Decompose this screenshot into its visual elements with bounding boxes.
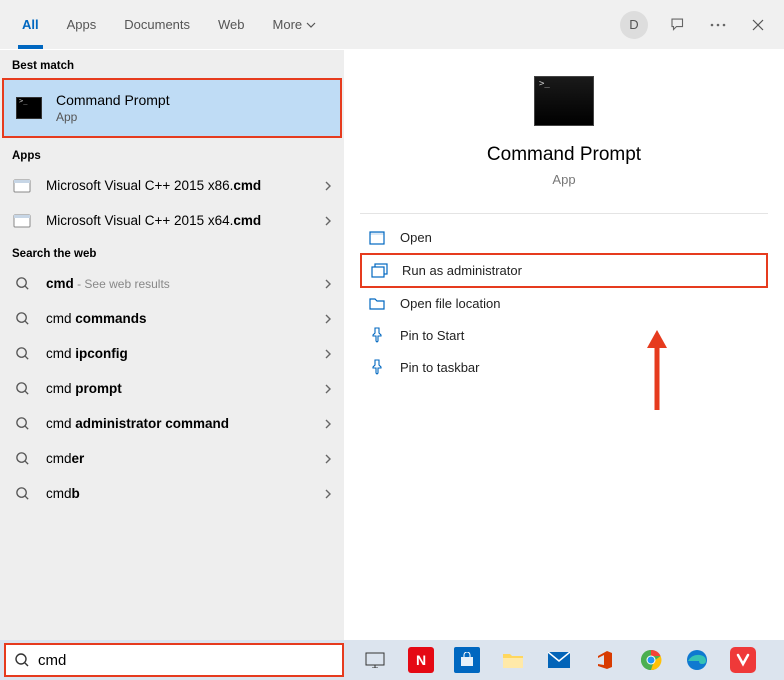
chevron-right-icon — [324, 383, 332, 395]
chevron-right-icon — [324, 418, 332, 430]
cmd-file-icon — [12, 214, 32, 228]
chevron-right-icon — [324, 453, 332, 465]
chevron-right-icon — [324, 278, 332, 290]
chevron-right-icon — [324, 488, 332, 500]
microsoft-store-icon[interactable] — [454, 647, 480, 673]
search-box[interactable] — [4, 643, 344, 677]
chrome-app-icon[interactable] — [638, 647, 664, 673]
app-result[interactable]: Microsoft Visual C++ 2015 x64.cmd — [0, 203, 344, 238]
avatar[interactable]: D — [620, 11, 648, 39]
chevron-right-icon — [324, 180, 332, 192]
chevron-right-icon — [324, 348, 332, 360]
web-result[interactable]: cmd prompt — [0, 371, 344, 406]
arrow-annotation — [645, 330, 669, 410]
best-match-header: Best match — [0, 50, 344, 78]
office-app-icon[interactable] — [592, 647, 618, 673]
file-explorer-icon[interactable] — [500, 647, 526, 673]
folder-icon — [368, 297, 386, 310]
search-web-header: Search the web — [0, 238, 344, 266]
vivaldi-app-icon[interactable] — [730, 647, 756, 673]
tab-apps[interactable]: Apps — [53, 0, 111, 49]
feedback-icon[interactable] — [668, 15, 688, 35]
pin-icon — [368, 359, 386, 375]
best-match-sub: App — [56, 110, 170, 124]
admin-icon — [370, 263, 388, 278]
command-prompt-icon — [16, 97, 42, 119]
tab-all[interactable]: All — [8, 0, 53, 49]
action-open-file-location[interactable]: Open file location — [360, 288, 768, 319]
apps-header: Apps — [0, 140, 344, 168]
tab-web[interactable]: Web — [204, 0, 259, 49]
action-run-as-admin[interactable]: Run as administrator — [360, 253, 768, 288]
mail-app-icon[interactable] — [546, 647, 572, 673]
results-panel: Best match Command Prompt App Apps Micro… — [0, 50, 344, 640]
web-result[interactable]: cmd administrator command — [0, 406, 344, 441]
task-view-icon[interactable] — [362, 647, 388, 673]
chevron-right-icon — [324, 215, 332, 227]
netflix-app-icon[interactable]: N — [408, 647, 434, 673]
action-pin-to-start[interactable]: Pin to Start — [360, 319, 768, 351]
web-result[interactable]: cmder — [0, 441, 344, 476]
search-icon — [12, 486, 32, 501]
close-icon[interactable] — [748, 15, 768, 35]
more-options-icon[interactable] — [708, 15, 728, 35]
command-prompt-large-icon — [534, 76, 594, 126]
app-result[interactable]: Microsoft Visual C++ 2015 x86.cmd — [0, 168, 344, 203]
web-result[interactable]: cmd ipconfig — [0, 336, 344, 371]
search-icon — [12, 416, 32, 431]
open-icon — [368, 231, 386, 245]
pin-icon — [368, 327, 386, 343]
best-match-title: Command Prompt — [56, 92, 170, 108]
action-open[interactable]: Open — [360, 222, 768, 253]
search-input[interactable] — [38, 652, 334, 669]
search-icon — [12, 381, 32, 396]
search-icon — [12, 276, 32, 291]
detail-title: Command Prompt — [487, 144, 641, 166]
taskbar: N — [0, 640, 784, 680]
web-result[interactable]: cmdb — [0, 476, 344, 511]
search-icon — [12, 311, 32, 326]
action-pin-to-taskbar[interactable]: Pin to taskbar — [360, 351, 768, 383]
cmd-file-icon — [12, 179, 32, 193]
web-result[interactable]: cmd commands — [0, 301, 344, 336]
detail-panel: Command Prompt App Open Run as administr… — [344, 50, 784, 640]
search-icon — [12, 346, 32, 361]
scope-tabs: All Apps Documents Web More — [8, 0, 330, 49]
tab-documents[interactable]: Documents — [110, 0, 204, 49]
best-match-result[interactable]: Command Prompt App — [2, 78, 342, 138]
web-result[interactable]: cmd - See web results — [0, 266, 344, 301]
edge-app-icon[interactable] — [684, 647, 710, 673]
chevron-right-icon — [324, 313, 332, 325]
search-icon — [12, 451, 32, 466]
tab-more[interactable]: More — [259, 0, 331, 49]
search-icon — [14, 652, 30, 668]
detail-sub: App — [552, 172, 575, 187]
divider — [360, 213, 768, 214]
top-bar: All Apps Documents Web More D — [0, 0, 784, 50]
